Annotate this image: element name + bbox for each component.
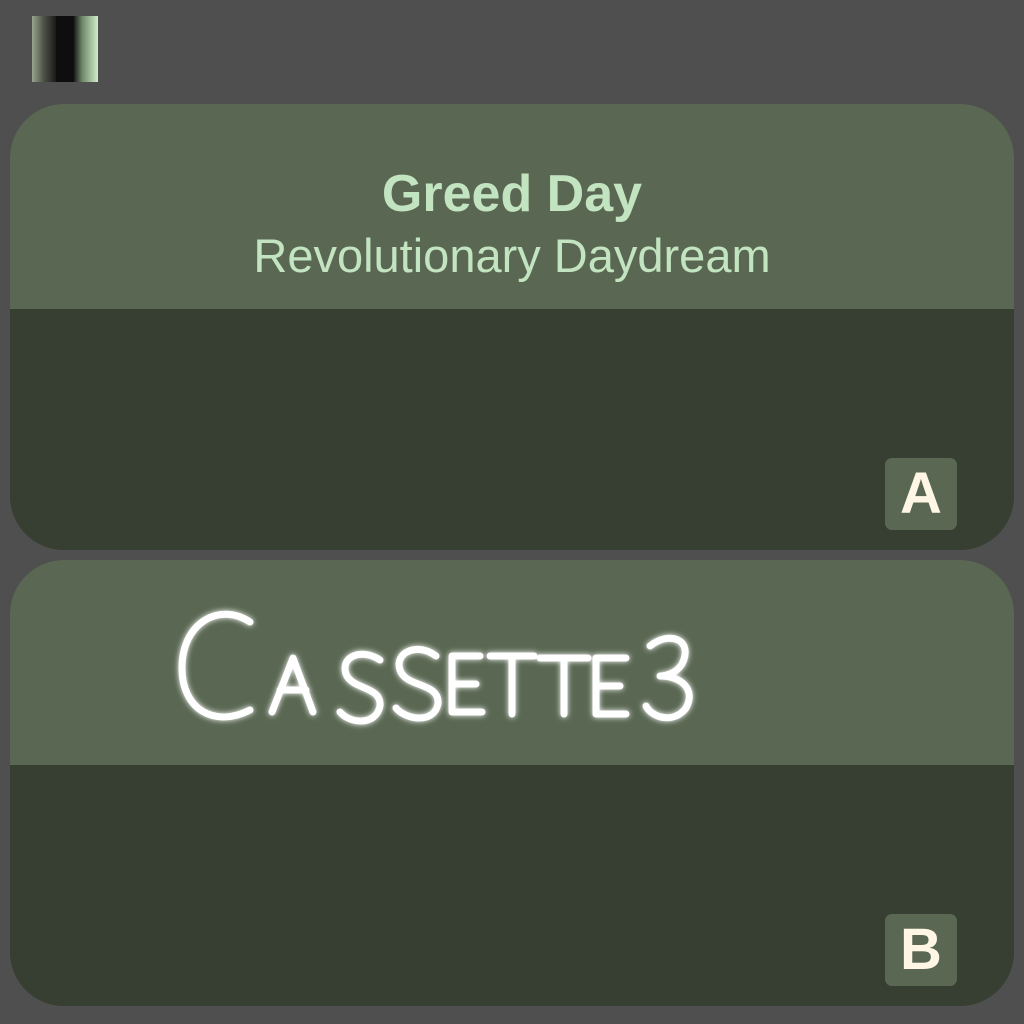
handwritten-title	[10, 560, 1014, 765]
cassette-b-deck	[10, 765, 1014, 1006]
side-b-button[interactable]: B	[885, 914, 957, 986]
cassette-b[interactable]: B	[10, 560, 1014, 1006]
pause-icon	[32, 16, 98, 82]
cassette-b-label	[10, 560, 1014, 765]
song-title: Revolutionary Daydream	[253, 229, 771, 282]
cassette-player: Greed Day Revolutionary Daydream A B	[0, 0, 1024, 1024]
artist-name: Greed Day	[381, 165, 643, 223]
side-a-button[interactable]: A	[885, 458, 957, 530]
pause-button[interactable]	[30, 16, 100, 82]
cassette-a-deck	[10, 309, 1014, 550]
cassette-a-label: Greed Day Revolutionary Daydream	[10, 104, 1014, 309]
cassette-a[interactable]: Greed Day Revolutionary Daydream A	[10, 104, 1014, 550]
